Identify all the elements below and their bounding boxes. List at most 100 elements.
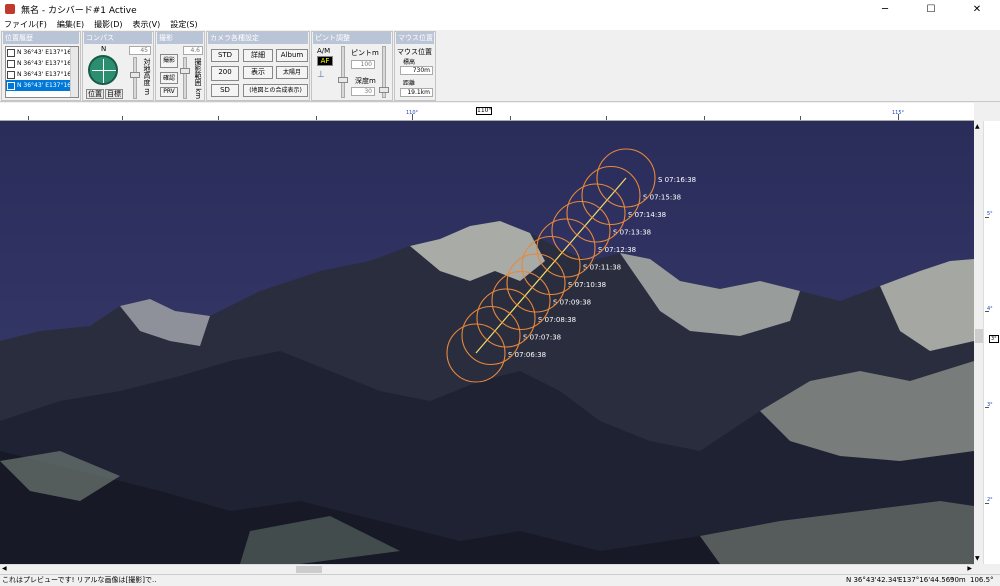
window-title: 無名 - カシバード#1 Active — [21, 5, 137, 16]
history-item[interactable]: N 36°43' E137°16' — [6, 69, 78, 80]
album-button[interactable]: Album — [276, 49, 308, 62]
vruler-tick — [985, 217, 989, 218]
ruler-tick — [218, 116, 219, 120]
detail-button[interactable]: 詳細 — [243, 49, 273, 62]
focus-slider-thumb[interactable] — [338, 77, 348, 83]
terrain-svg: S 07:06:38 S 07:07:38 S 07:08:38 S 07:09:38… — [0, 121, 974, 564]
horizontal-ruler: 110° 115° 110° — [0, 103, 974, 121]
horizontal-scrollbar[interactable]: ◀ ▶ — [0, 564, 974, 574]
ruler-tick — [510, 116, 511, 120]
history-item-label: N 36°43' E137°16' — [17, 82, 73, 89]
elevation-slider[interactable] — [133, 57, 137, 99]
horizontal-scroll-thumb[interactable] — [296, 566, 322, 573]
af-button[interactable]: AF — [317, 56, 333, 66]
iso-200-button[interactable]: 200 — [211, 66, 239, 81]
vruler-current-marker: 3° — [989, 335, 999, 343]
camera-title: カメラ各種設定 — [208, 32, 308, 44]
vruler-tick — [985, 503, 989, 504]
minimize-button[interactable]: ─ — [862, 0, 908, 18]
vertical-scroll-thumb[interactable] — [975, 329, 983, 343]
camera-icon — [7, 59, 15, 68]
status-lat: N 36°43'42.34" — [846, 576, 900, 584]
mouse-group: マウス位置 マウス位置 標高 730m 距離 19.1km — [394, 31, 436, 101]
depth-value: 30 — [351, 87, 375, 96]
history-title: 位置履歴 — [3, 32, 79, 44]
track-time-label: S 07:07:38 — [523, 334, 561, 342]
title-bar: 無名 - カシバード#1 Active ─ ☐ ✕ — [0, 0, 1000, 18]
scroll-down-icon[interactable]: ▼ — [975, 555, 980, 562]
history-list[interactable]: N 36°43' E137°16' N 36°43' E137°16' N 36… — [5, 46, 79, 98]
display-button[interactable]: 表示 — [243, 66, 273, 79]
ruler-tick — [704, 116, 705, 120]
ruler-tick — [122, 116, 123, 120]
focus-value: 100 — [351, 60, 375, 69]
scroll-left-icon[interactable]: ◀ — [2, 565, 7, 572]
target-button[interactable]: 目標 — [105, 89, 123, 99]
camera-group: カメラ各種設定 STD 詳細 Album 200 表示 太陽月 SD (地図との… — [206, 31, 310, 101]
history-item-label: N 36°43' E137°16' — [17, 49, 73, 56]
camera-icon — [7, 70, 15, 79]
focus-slider[interactable] — [341, 46, 345, 98]
status-angle: 106.5° — [970, 576, 994, 584]
ruler-tick — [316, 116, 317, 120]
vruler-label: 2° — [987, 497, 993, 503]
menu-shoot[interactable]: 撮影(D) — [94, 19, 122, 30]
range-slider[interactable] — [183, 57, 187, 99]
sun-moon-button[interactable]: 太陽月 — [276, 66, 308, 79]
position-button[interactable]: 位置 — [86, 89, 104, 99]
status-elev: 90m — [950, 576, 966, 584]
track-time-label: S 07:09:38 — [553, 299, 591, 307]
north-label: N — [101, 45, 107, 53]
history-item[interactable]: N 36°43' E137°16' — [6, 47, 78, 58]
maximize-button[interactable]: ☐ — [908, 0, 954, 18]
shoot-title: 撮影 — [157, 32, 203, 44]
range-slider-thumb[interactable] — [180, 68, 190, 74]
vruler-label: 5° — [987, 211, 993, 217]
std-button[interactable]: STD — [211, 49, 239, 62]
app-icon — [5, 4, 15, 14]
history-item-label: N 36°43' E137°16' — [17, 71, 73, 78]
vruler-label: 4° — [987, 306, 993, 312]
history-item-label: N 36°43' E137°16' — [17, 60, 73, 67]
compass-dial[interactable] — [88, 55, 118, 85]
menu-edit[interactable]: 編集(E) — [57, 19, 84, 30]
track-time-label: S 07:15:38 — [643, 194, 681, 202]
compass-title: コンパス — [84, 32, 152, 44]
menu-view[interactable]: 表示(V) — [133, 19, 161, 30]
elevation-slider-thumb[interactable] — [130, 72, 140, 78]
preview-button[interactable]: PRV — [160, 87, 178, 97]
confirm-button[interactable]: 確認 — [160, 72, 178, 84]
history-scrollbar[interactable] — [70, 47, 78, 97]
track-time-label: S 07:08:38 — [538, 316, 576, 324]
vertical-scrollbar[interactable]: ▲ ▼ — [974, 121, 984, 564]
history-item-selected[interactable]: N 36°43' E137°16' — [6, 80, 78, 91]
shoot-button[interactable]: 撮影 — [160, 54, 178, 68]
menu-settings[interactable]: 設定(S) — [170, 19, 197, 30]
track-time-label: S 07:14:38 — [628, 211, 666, 219]
camera-icon — [7, 81, 15, 90]
focus-label: ピントm — [351, 49, 379, 57]
toolbar: 位置履歴 N 36°43' E137°16' N 36°43' E137°16'… — [0, 30, 1000, 102]
depth-slider-thumb[interactable] — [379, 87, 389, 93]
menu-bar: ファイル(F) 編集(E) 撮影(D) 表示(V) 設定(S) — [0, 18, 1000, 30]
mouse-title: マウス位置 — [396, 32, 434, 44]
status-message: これはプレビューです! リアルな画像は[撮影]で.. — [2, 576, 157, 584]
scroll-right-icon[interactable]: ▶ — [967, 565, 972, 572]
scroll-up-icon[interactable]: ▲ — [975, 123, 980, 130]
mouse-elev-value: 730m — [400, 66, 433, 75]
composite-display-button[interactable]: (地図との合成表示) — [243, 84, 308, 97]
close-button[interactable]: ✕ — [954, 0, 1000, 18]
track-time-label: S 07:12:38 — [598, 246, 636, 254]
shoot-group: 撮影 撮影 確認 PRV 4.6 撮影範囲 km — [155, 31, 205, 101]
track-time-label: S 07:16:38 — [658, 176, 696, 184]
mouse-elev-label: 標高 — [403, 59, 416, 66]
mouse-dist-value: 19.1km — [400, 88, 433, 97]
ruler-tick — [606, 116, 607, 120]
history-item[interactable]: N 36°43' E137°16' — [6, 58, 78, 69]
terrain-view[interactable]: S 07:06:38 S 07:07:38 S 07:08:38 S 07:09:38… — [0, 121, 974, 564]
ruler-current-marker: 110° — [476, 107, 492, 115]
ruler-label-115: 115° — [892, 110, 905, 116]
focus-mode-icon[interactable]: ⊥ — [317, 70, 325, 80]
menu-file[interactable]: ファイル(F) — [4, 19, 47, 30]
sd-button[interactable]: SD — [211, 84, 239, 97]
